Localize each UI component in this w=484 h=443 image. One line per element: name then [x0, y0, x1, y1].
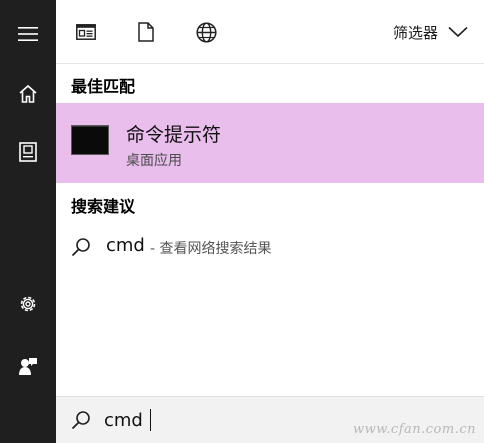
documents-filter-button[interactable] — [131, 17, 161, 47]
text-caret — [150, 409, 151, 431]
filter-toolbar: 筛选器 — [56, 0, 484, 64]
feedback-button[interactable] — [0, 342, 56, 390]
feedback-icon — [19, 358, 37, 375]
suggestion-term: cmd — [106, 235, 145, 256]
settings-button[interactable] — [0, 280, 56, 328]
notebook-button[interactable] — [0, 128, 56, 176]
best-match-heading: 最佳匹配 — [71, 77, 136, 96]
result-title: 命令提示符 — [126, 124, 222, 146]
settings-gear-icon — [20, 296, 36, 312]
search-box-icon — [71, 411, 90, 430]
watermark: www.cfan.com.cn — [352, 422, 476, 437]
home-icon — [19, 84, 37, 103]
documents-icon — [138, 22, 154, 42]
home-button[interactable] — [0, 70, 56, 118]
suggestion-item[interactable]: cmd - 查看网络搜索结果 — [56, 228, 484, 266]
apps-filter-button[interactable] — [71, 17, 101, 47]
web-globe-icon — [195, 21, 217, 43]
filter-label: 筛选器 — [392, 23, 438, 42]
filter-dropdown[interactable]: 筛选器 — [393, 20, 468, 44]
left-nav-rail — [0, 0, 56, 443]
web-filter-button[interactable] — [191, 17, 221, 47]
apps-window-icon — [76, 24, 96, 40]
search-suggestions-heading: 搜索建议 — [71, 197, 136, 216]
menu-button[interactable] — [0, 10, 56, 58]
search-icon — [71, 238, 90, 257]
suggestion-hint: - 查看网络搜索结果 — [150, 241, 272, 257]
hamburger-menu-icon — [18, 27, 38, 41]
search-results-panel: 筛选器 最佳匹配 命令提示符 桌面应用 搜索建议 cmd - 查看网络搜索结果 … — [56, 0, 484, 443]
best-match-result[interactable]: 命令提示符 桌面应用 — [56, 103, 484, 183]
chevron-down-icon — [448, 26, 468, 38]
notebook-icon — [19, 142, 37, 162]
result-subtitle: 桌面应用 — [126, 153, 182, 169]
command-prompt-app-icon — [71, 125, 109, 155]
